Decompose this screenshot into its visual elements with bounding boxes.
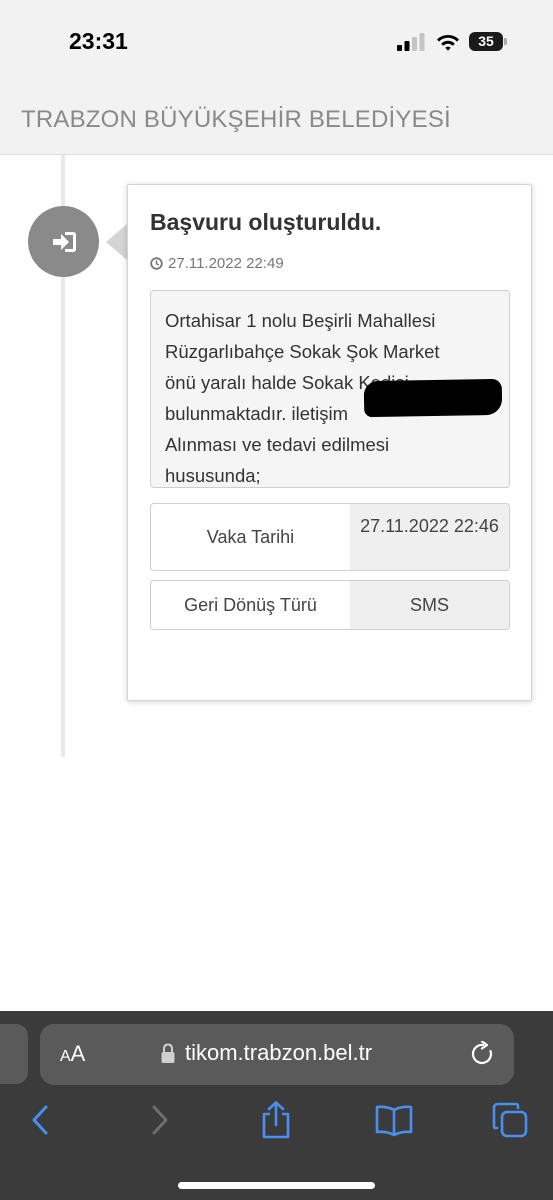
card-timestamp: 27.11.2022 22:49 bbox=[150, 255, 284, 272]
bookmarks-icon[interactable] bbox=[374, 1101, 414, 1139]
wifi-icon bbox=[437, 35, 459, 51]
description-line: Ortahisar 1 nolu Beşirli Mahallesi bbox=[165, 310, 436, 331]
status-bar: 23:31 35 bbox=[0, 0, 553, 82]
forward-icon[interactable] bbox=[148, 1101, 172, 1139]
lock-icon bbox=[161, 1043, 175, 1063]
site-title[interactable]: TRABZON BÜYÜKŞEHİR BELEDİYESİ bbox=[21, 106, 451, 134]
url-text[interactable]: tikom.trabzon.bel.tr bbox=[185, 1040, 372, 1066]
clock-icon bbox=[150, 257, 163, 270]
back-icon[interactable] bbox=[28, 1101, 52, 1139]
timeline-card: Başvuru oluşturuldu. 27.11.2022 22:49 Or… bbox=[127, 184, 532, 701]
battery-cap bbox=[504, 38, 507, 45]
battery-level: 35 bbox=[469, 32, 503, 51]
home-indicator[interactable] bbox=[178, 1182, 375, 1189]
card-pointer bbox=[106, 224, 127, 260]
previous-tab-preview[interactable] bbox=[0, 1024, 28, 1084]
text-size-button[interactable]: AA bbox=[60, 1041, 85, 1067]
description-box: Ortahisar 1 nolu Beşirli Mahallesi Rüzga… bbox=[150, 290, 510, 488]
redaction-mark bbox=[363, 378, 503, 418]
info-label: Geri Dönüş Türü bbox=[184, 594, 317, 615]
page: 23:31 35 TRABZON BÜYÜKŞEHİR BELEDİYESİ B… bbox=[0, 0, 553, 1200]
card-title: Başvuru oluşturuldu. bbox=[150, 209, 382, 235]
reload-icon[interactable] bbox=[470, 1041, 496, 1067]
signal-icon bbox=[397, 33, 425, 51]
description-line: hususunda; bbox=[165, 465, 261, 486]
site-header: TRABZON BÜYÜKŞEHİR BELEDİYESİ bbox=[0, 82, 553, 155]
info-row-vaka-tarihi: Vaka Tarihi 27.11.2022 22:46 bbox=[150, 503, 510, 571]
info-label: Vaka Tarihi bbox=[206, 526, 295, 547]
info-value: SMS bbox=[350, 581, 509, 629]
tabs-icon[interactable] bbox=[491, 1101, 529, 1139]
info-value: 27.11.2022 22:46 bbox=[350, 504, 509, 570]
sign-in-icon bbox=[52, 231, 76, 252]
address-bar[interactable]: AA tikom.trabzon.bel.tr bbox=[40, 1024, 514, 1085]
battery-icon: 35 bbox=[469, 32, 508, 52]
description-line: Rüzgarlıbahçe Sokak Şok Market bbox=[165, 341, 440, 362]
browser-toolbar: AA tikom.trabzon.bel.tr bbox=[0, 1011, 553, 1200]
info-row-geri-donus-turu: Geri Dönüş Türü SMS bbox=[150, 580, 510, 630]
timestamp-text: 27.11.2022 22:49 bbox=[168, 255, 284, 272]
status-time: 23:31 bbox=[69, 28, 128, 54]
timeline-badge bbox=[28, 206, 99, 277]
description-line: Alınması ve tedavi edilmesi bbox=[165, 434, 390, 455]
share-icon[interactable] bbox=[259, 1101, 293, 1139]
